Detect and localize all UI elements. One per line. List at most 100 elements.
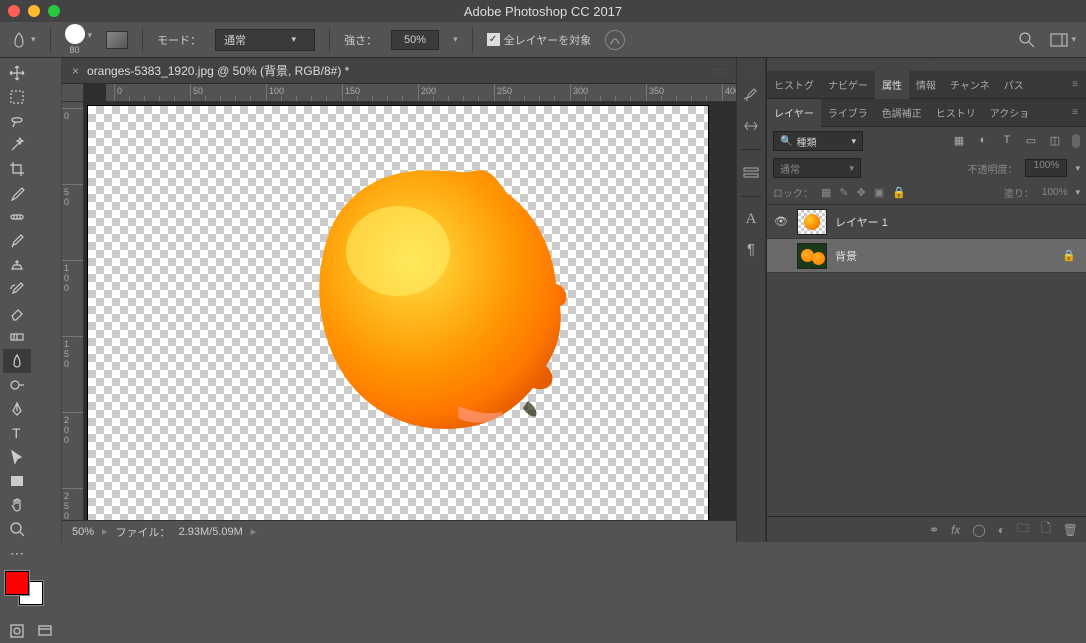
type-tool[interactable]: T [3,421,31,445]
tab-history[interactable]: ヒストリ [929,99,983,127]
brush-picker[interactable]: 80 ▾ [65,24,93,55]
lock-position-icon[interactable]: ✥ [857,186,866,199]
layer-row[interactable]: 背景 🔒 [767,239,1086,273]
layer-row[interactable]: 👁 レイヤー 1 [767,205,1086,239]
tab-drag-handle[interactable]: :::: [712,66,726,76]
tab-layers[interactable]: レイヤー [767,99,821,127]
ruler-origin[interactable] [62,84,84,102]
link-layers-icon[interactable]: ⚭ [929,523,939,537]
edit-toolbar[interactable]: ⋯ [3,541,31,565]
layer-mask-icon[interactable]: ◯ [972,523,985,537]
delete-layer-icon[interactable]: 🗑 [1063,523,1078,537]
history-brush-tool[interactable] [3,277,31,301]
layer-style-icon[interactable]: fx [951,523,960,537]
screen-mode-toggle[interactable] [31,619,59,643]
layer-name-label[interactable]: レイヤー 1 [835,214,888,230]
magic-wand-tool[interactable] [3,133,31,157]
dodge-tool[interactable] [3,373,31,397]
quick-mask-toggle[interactable] [3,619,31,643]
layer-thumbnail[interactable] [797,243,827,269]
layer-visibility-icon[interactable]: 👁 [773,215,789,228]
brush-presets-panel-icon[interactable] [742,117,760,135]
healing-brush-tool[interactable] [3,205,31,229]
layer-blend-row: 通常▾ 不透明度： 100%▾ [767,155,1086,181]
layer-blend-mode-select[interactable]: 通常▾ [773,158,861,178]
move-tool[interactable] [3,61,31,85]
tab-info[interactable]: 情報 [909,71,943,99]
rectangle-tool[interactable] [3,469,31,493]
vertical-ruler[interactable]: 050100150200250 [62,102,84,520]
canvas-viewport[interactable] [84,102,736,520]
lock-transparency-icon[interactable]: ▦ [821,186,831,199]
panel-drag-handle[interactable]: : : : : [767,58,1086,71]
filter-smartobject-icon[interactable]: ◫ [1048,134,1062,148]
filter-pixel-icon[interactable]: ▦ [952,134,966,148]
smudge-tool[interactable] [3,349,31,373]
status-chevron-icon[interactable]: ▸ [102,525,108,538]
workspace-switcher[interactable]: ▾ [1050,33,1076,47]
foreground-color[interactable] [5,571,29,595]
group-icon[interactable]: 🗀 [1017,519,1029,540]
sample-all-layers-checkbox[interactable]: ✓全レイヤーを対象 [487,32,592,48]
hand-tool[interactable] [3,493,31,517]
tab-properties[interactable]: 属性 [875,71,909,99]
brush-tool[interactable] [3,229,31,253]
color-swatches[interactable] [5,571,56,607]
layer-name-label[interactable]: 背景 [835,248,857,264]
panel-1-menu-icon[interactable]: ≡ [1064,79,1086,90]
minimize-window-button[interactable] [28,5,40,17]
new-layer-icon[interactable]: 🗋 [1041,519,1051,540]
layer-thumbnail[interactable] [797,209,827,235]
pen-tool[interactable] [3,397,31,421]
filter-toggle-icon[interactable] [1072,134,1080,148]
strength-input[interactable]: 50% [391,30,439,50]
crop-tool[interactable] [3,157,31,181]
layer-filter-type-select[interactable]: 🔍種類▾ [773,131,863,151]
zoom-level[interactable]: 50% [72,526,94,538]
character-panel-icon[interactable]: A [742,211,760,229]
tab-histogram[interactable]: ヒストグ [767,71,821,99]
strength-label: 強さ： [344,32,377,48]
lock-image-icon[interactable]: ✎ [839,186,848,199]
finger-painting-toggle[interactable] [605,30,625,50]
layer-visibility-icon[interactable] [773,248,789,264]
dock-drag-handle[interactable]: :: [748,68,754,75]
tab-adjustments[interactable]: 色調補正 [875,99,929,127]
zoom-tool[interactable] [3,517,31,541]
opacity-input[interactable]: 100% [1025,159,1067,177]
fill-input[interactable]: 100% [1042,187,1068,198]
blend-mode-select[interactable]: 通常▾ [215,29,315,51]
document-tab[interactable]: × oranges-5383_1920.jpg @ 50% (背景, RGB/8… [62,58,736,84]
paragraph-panel-icon[interactable]: ¶ [742,241,760,259]
filter-adjustment-icon[interactable]: ◐ [976,134,990,148]
tab-paths[interactable]: パス [997,71,1031,99]
adjustment-layer-icon[interactable]: ◐ [998,523,1005,537]
filter-type-icon[interactable]: T [1000,134,1014,148]
tool-preset-picker[interactable]: ▾ [10,31,36,49]
zoom-window-button[interactable] [48,5,60,17]
panel-2-menu-icon[interactable]: ≡ [1064,107,1086,118]
close-window-button[interactable] [8,5,20,17]
layer-comps-panel-icon[interactable] [742,164,760,182]
tab-libraries[interactable]: ライブラ [821,99,875,127]
search-icon[interactable] [1018,31,1036,49]
lock-all-icon[interactable]: 🔒 [892,186,906,199]
eyedropper-tool[interactable] [3,181,31,205]
lasso-tool[interactable] [3,109,31,133]
eraser-tool[interactable] [3,301,31,325]
brushes-panel-icon[interactable] [742,87,760,105]
tab-navigator[interactable]: ナビゲー [821,71,875,99]
path-selection-tool[interactable] [3,445,31,469]
marquee-tool[interactable] [3,85,31,109]
status-menu-icon[interactable]: ▸ [251,525,257,538]
lock-artboard-icon[interactable]: ▣ [874,186,884,199]
filter-shape-icon[interactable]: ▭ [1024,134,1038,148]
horizontal-ruler[interactable]: 050100150200250300350400 [106,84,736,102]
brush-panel-toggle[interactable] [106,31,128,49]
clone-stamp-tool[interactable] [3,253,31,277]
tab-channels[interactable]: チャンネ [943,71,997,99]
gradient-tool[interactable] [3,325,31,349]
canvas[interactable] [88,106,708,520]
close-tab-icon[interactable]: × [72,64,79,78]
tab-actions[interactable]: アクショ [983,99,1037,127]
